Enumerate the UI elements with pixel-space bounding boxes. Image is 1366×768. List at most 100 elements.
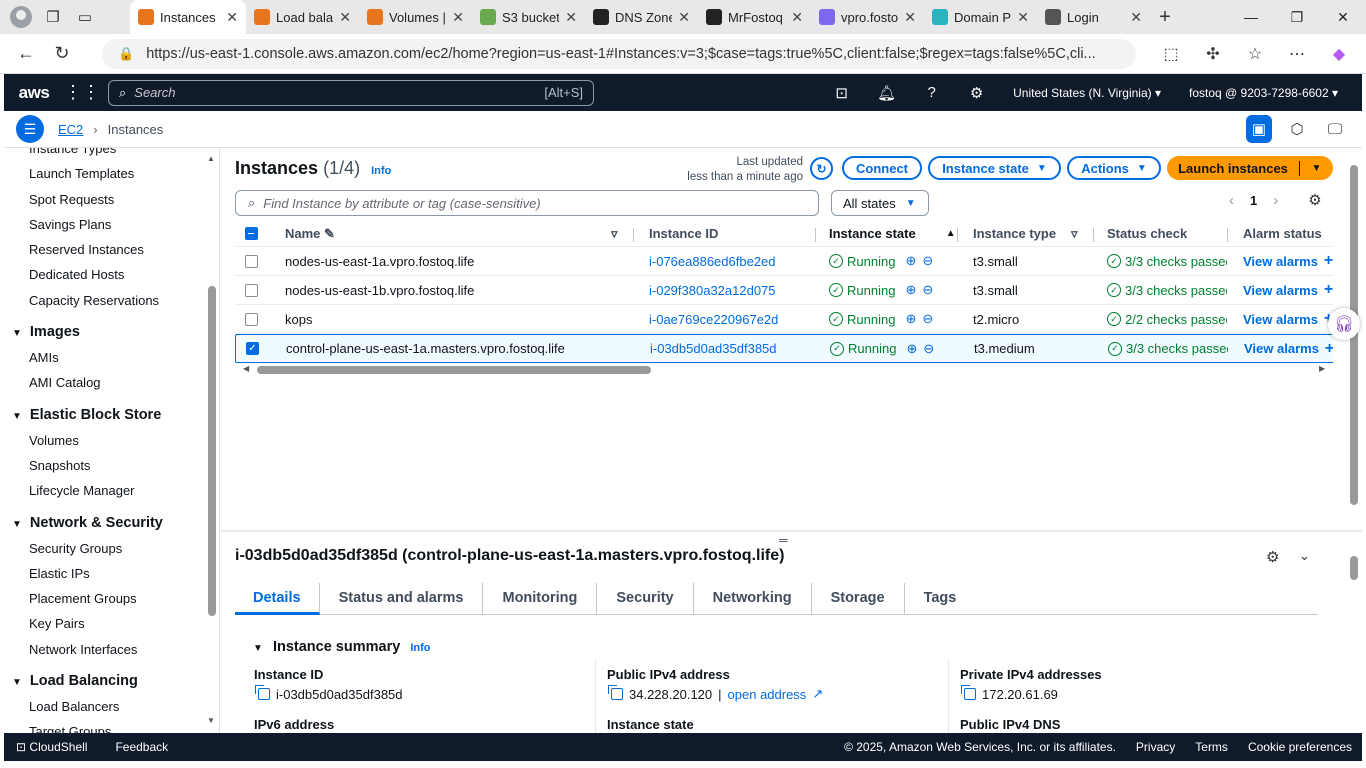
sidebar-item[interactable]: Launch Templates	[4, 161, 219, 186]
table-settings-gear-icon[interactable]: ⚙	[1308, 191, 1321, 209]
close-tab-icon[interactable]: ✕	[339, 9, 351, 26]
favorites-icon[interactable]: ☆	[1238, 39, 1272, 69]
close-tab-icon[interactable]: ✕	[226, 9, 238, 26]
zoom-in-icon[interactable]: ⊕	[905, 253, 916, 269]
col-alarm-status[interactable]: Alarm status	[1243, 221, 1322, 246]
details-scrollbar[interactable]	[1349, 532, 1359, 727]
actions-button[interactable]: Actions ▼	[1067, 156, 1161, 180]
sidebar-item[interactable]: Volumes	[4, 428, 219, 453]
drag-handle-icon[interactable]: ═	[779, 533, 788, 547]
instance-id-link[interactable]: i-076ea886ed6fbe2ed	[649, 247, 776, 275]
aws-search-input[interactable]: ⌕ Search [Alt+S]	[108, 79, 594, 106]
info-link[interactable]: Info	[371, 165, 391, 177]
filter-icon[interactable]: ▿	[1071, 221, 1078, 246]
details-tab[interactable]: Networking	[694, 583, 812, 615]
zoom-out-icon[interactable]: ⊖	[922, 311, 933, 327]
browser-tab[interactable]: Volumes | ✕	[359, 0, 472, 34]
display-icon[interactable]: 🖵︎	[1322, 115, 1348, 143]
feedback-link[interactable]: Feedback	[115, 740, 168, 754]
security-icon[interactable]: ⬡	[1284, 115, 1310, 143]
view-alarms-link[interactable]: View alarms	[1243, 312, 1318, 327]
sidebar-item[interactable]: Load Balancers	[4, 694, 219, 719]
browser-tab[interactable]: Load bala ✕	[246, 0, 359, 34]
state-filter-select[interactable]: All states ▼	[831, 190, 929, 216]
details-settings-gear-icon[interactable]: ⚙	[1266, 548, 1279, 566]
minimize-button[interactable]: —	[1228, 0, 1274, 34]
close-window-button[interactable]: ✕	[1320, 0, 1366, 34]
row-checkbox[interactable]: ✓	[246, 342, 259, 355]
sidebar-section-header[interactable]: ▼ Images	[4, 319, 219, 345]
select-all-checkbox[interactable]	[245, 227, 258, 240]
panel-toggle-icon[interactable]: ▣	[1246, 115, 1272, 143]
browser-tab[interactable]: DNS Zone ✕	[585, 0, 698, 34]
table-row[interactable]: nodes-us-east-1b.vpro.fostoq.life i-029f3…	[235, 276, 1333, 305]
details-tab[interactable]: Status and alarms	[320, 583, 484, 615]
support-headset-icon[interactable]: 🎧︎	[1328, 308, 1360, 340]
table-row[interactable]: kops i-0ae769ce220967e2d ✓ Running ⊕ ⊖ t2.micr…	[235, 305, 1333, 334]
connect-button[interactable]: Connect	[842, 156, 922, 180]
split-panel-divider[interactable]	[221, 530, 1362, 532]
details-tab[interactable]: Storage	[812, 583, 905, 615]
close-tab-icon[interactable]: ✕	[904, 9, 916, 26]
row-checkbox[interactable]	[245, 312, 258, 326]
instance-id-link[interactable]: i-0ae769ce220967e2d	[649, 305, 778, 333]
cloudshell-icon[interactable]: ⊡	[819, 84, 864, 102]
view-alarms-link[interactable]: View alarms	[1244, 341, 1319, 356]
open-address-link[interactable]: open address	[728, 687, 807, 702]
settings-gear-icon[interactable]: ⚙	[954, 84, 999, 102]
details-tab[interactable]: Details	[235, 583, 320, 615]
add-alarm-icon[interactable]: +	[1324, 252, 1333, 270]
zoom-icon[interactable]	[0, 39, 16, 69]
browser-tab[interactable]: S3 bucket ✕	[472, 0, 585, 34]
instance-id-link[interactable]: i-029f380a32a12d075	[649, 276, 776, 304]
sidebar-item[interactable]: Lifecycle Manager	[4, 478, 219, 503]
instance-id-link[interactable]: i-03db5d0ad35df385d	[650, 335, 777, 362]
cloudshell-link[interactable]: ⊡ CloudShell	[16, 740, 87, 754]
more-menu-icon[interactable]: ⋯	[1280, 39, 1314, 69]
services-grid-icon[interactable]: ⋮⋮	[64, 82, 100, 103]
instance-state-button[interactable]: Instance state ▼	[928, 156, 1061, 180]
zoom-in-icon[interactable]: ⊕	[906, 341, 917, 357]
summary-info-link[interactable]: Info	[410, 642, 430, 654]
prev-page-icon[interactable]: ‹	[1229, 192, 1234, 209]
breadcrumb-ec2[interactable]: EC2	[58, 122, 83, 137]
sidebar-item[interactable]: Placement Groups	[4, 586, 219, 611]
close-tab-icon[interactable]: ✕	[1017, 9, 1029, 26]
next-page-icon[interactable]: ›	[1273, 192, 1278, 209]
sidebar-item[interactable]: Capacity Reservations	[4, 288, 219, 313]
reload-icon[interactable]: ↻	[44, 38, 80, 70]
zoom-out-icon[interactable]: ⊖	[922, 282, 933, 298]
url-field[interactable]: 🔒 https://us-east-1.console.aws.amazon.c…	[102, 39, 1136, 69]
tab-actions-icon[interactable]: ▭	[72, 4, 98, 30]
account-menu[interactable]: fostoq @ 9203-7298-6602 ▾	[1175, 86, 1352, 100]
copy-icon[interactable]	[961, 685, 976, 700]
terms-link[interactable]: Terms	[1195, 740, 1228, 754]
maximize-button[interactable]: ❐	[1274, 0, 1320, 34]
new-tab-button[interactable]: +	[1150, 6, 1180, 29]
refresh-icon[interactable]: ↻	[810, 157, 833, 180]
close-tab-icon[interactable]: ✕	[565, 9, 577, 26]
profile-icon[interactable]	[8, 4, 34, 30]
close-tab-icon[interactable]: ✕	[452, 9, 464, 26]
browser-tab[interactable]: vpro.fosto ✕	[811, 0, 924, 34]
zoom-out-icon[interactable]: ⊖	[923, 341, 934, 357]
sidebar-item[interactable]: Target Groups	[4, 719, 219, 733]
sidebar-section-header[interactable]: ▼ Elastic Block Store	[4, 402, 219, 428]
sidebar-item[interactable]: Security Groups	[4, 536, 219, 561]
close-tab-icon[interactable]: ✕	[678, 9, 690, 26]
instance-summary-heading[interactable]: ▼ Instance summary Info	[253, 639, 430, 655]
sidebar-section-header[interactable]: ▼ Network & Security	[4, 510, 219, 536]
details-tab[interactable]: Security	[597, 583, 694, 615]
sidebar-item[interactable]: Instance Types	[4, 148, 219, 161]
find-instance-input[interactable]: ⌕ Find Instance by attribute or tag (cas…	[235, 190, 819, 216]
launch-dropdown-icon[interactable]: ▼	[1300, 163, 1333, 174]
extensions-puzzle-icon[interactable]: ✣	[1196, 39, 1230, 69]
sidebar-item[interactable]: Snapshots	[4, 453, 219, 478]
sidebar-scrollbar[interactable]: ▲ ▼	[207, 154, 217, 725]
sidebar-item[interactable]: Spot Requests	[4, 187, 219, 212]
col-instance-state[interactable]: Instance state ▲	[829, 221, 956, 246]
col-name[interactable]: Name ✎	[285, 221, 335, 246]
filter-icon[interactable]: ▿	[611, 221, 618, 246]
row-checkbox[interactable]	[245, 283, 258, 297]
aws-logo[interactable]: aws	[4, 83, 64, 103]
